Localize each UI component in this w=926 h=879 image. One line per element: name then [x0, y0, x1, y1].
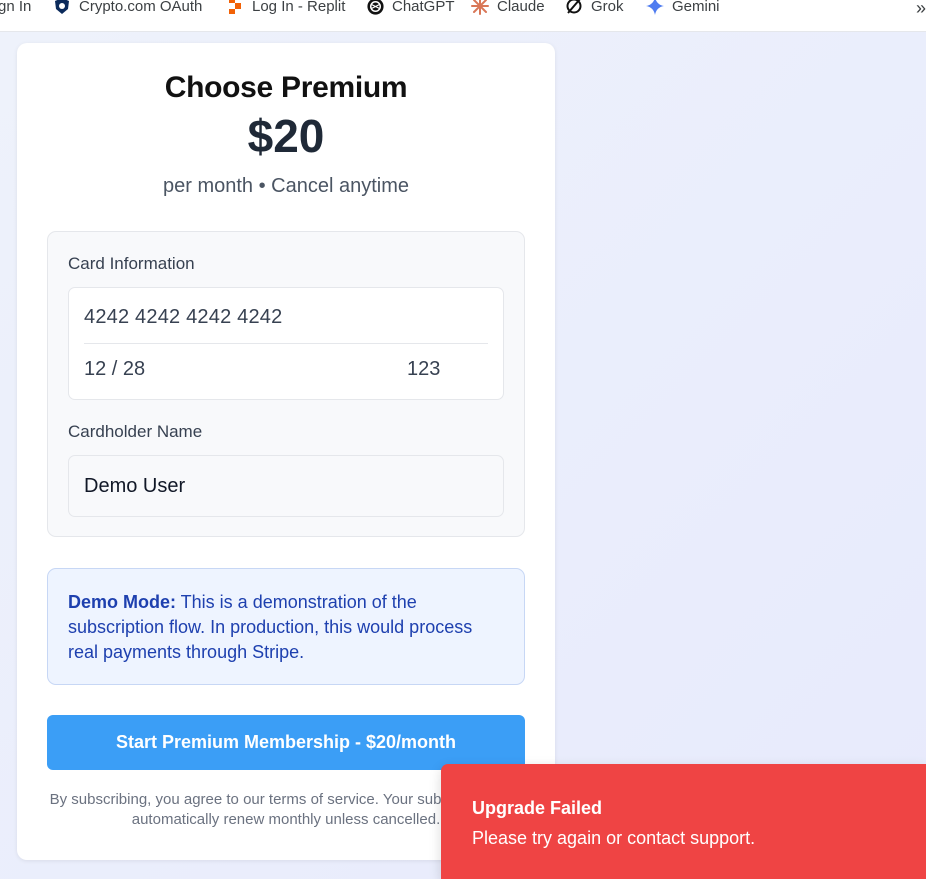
price-subtitle: per month • Cancel anytime [162, 175, 409, 197]
bookmarks-bar: gn In Crypto.com OAuth Log In - Replit C… [0, 0, 926, 32]
bookmark-grok[interactable]: Grok [564, 0, 624, 16]
card-number-field[interactable]: 4242 4242 4242 4242 [84, 306, 282, 329]
claude-burst-icon [470, 0, 490, 16]
error-toast[interactable]: Upgrade Failed Please try again or conta… [441, 764, 926, 879]
bookmark-chatgpt[interactable]: ChatGPT [365, 0, 455, 16]
bookmark-sign-in[interactable]: gn In [0, 0, 32, 15]
start-membership-button[interactable]: Start Premium Membership - $20/month [47, 715, 525, 770]
cardholder-label: Cardholder Name [68, 422, 203, 441]
checkout-card: Choose Premium $20 per month • Cancel an… [17, 43, 555, 860]
replit-icon [225, 0, 245, 16]
bookmark-crypto-oauth[interactable]: Crypto.com OAuth [52, 0, 203, 16]
openai-icon [365, 0, 385, 16]
page-title: Choose Premium [164, 71, 408, 104]
bookmark-gemini[interactable]: Gemini [645, 0, 720, 16]
shield-lion-icon [52, 0, 72, 16]
bookmark-replit[interactable]: Log In - Replit [225, 0, 346, 16]
bookmarks-overflow-icon[interactable]: » [916, 0, 926, 19]
cardholder-name-input[interactable] [68, 455, 504, 517]
price-amount: $20 [247, 110, 325, 162]
payment-form: Card Information 4242 4242 4242 4242 12 … [47, 231, 525, 537]
bookmark-label: ChatGPT [392, 0, 455, 15]
demo-mode-notice: Demo Mode: This is a demonstration of th… [47, 568, 525, 685]
notice-heading: Demo Mode: [68, 592, 176, 612]
card-expiry-field[interactable]: 12 / 28 [84, 358, 145, 381]
bookmark-label: Gemini [672, 0, 720, 15]
card-info-label: Card Information [68, 254, 195, 273]
card-field-divider [84, 343, 488, 344]
bookmark-label: Claude [497, 0, 545, 15]
card-details-field[interactable]: 4242 4242 4242 4242 12 / 28 123 [68, 287, 504, 400]
toast-message: Please try again or contact support. [472, 828, 756, 848]
bookmark-label: Log In - Replit [252, 0, 346, 15]
toast-title: Upgrade Failed [472, 798, 603, 818]
bookmark-claude[interactable]: Claude [470, 0, 545, 16]
bookmark-label: Grok [591, 0, 624, 15]
grok-icon [564, 0, 584, 16]
bookmark-label: gn In [0, 0, 32, 15]
card-cvc-field[interactable]: 123 [407, 358, 440, 381]
gemini-sparkle-icon [645, 0, 665, 16]
bookmark-label: Crypto.com OAuth [79, 0, 203, 15]
